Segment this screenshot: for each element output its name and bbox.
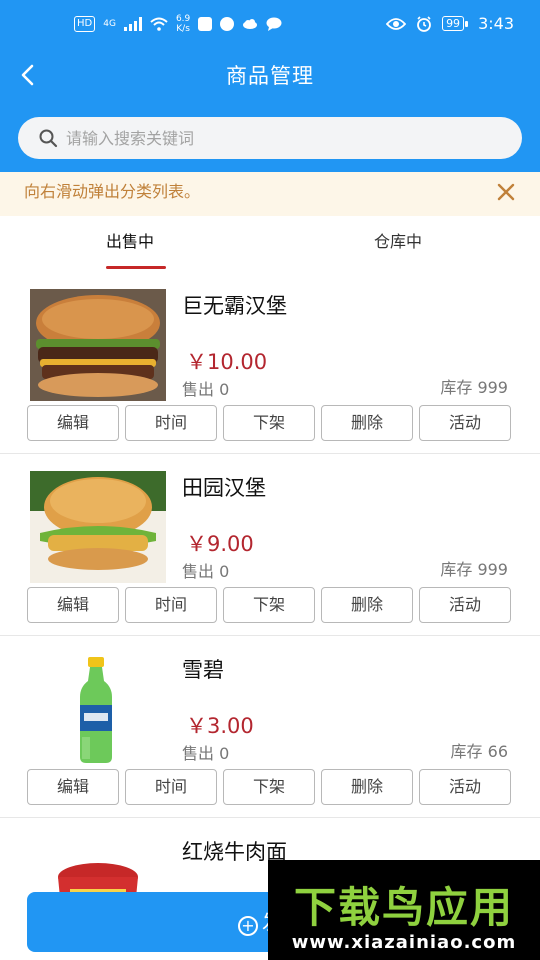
unlist-button[interactable]: 下架 — [223, 587, 315, 623]
eye-icon — [386, 17, 407, 30]
time-button[interactable]: 时间 — [125, 769, 217, 805]
product-price: ￥3.00 — [186, 714, 254, 738]
promotion-button[interactable]: 活动 — [419, 587, 511, 623]
product-price: ￥9.00 — [186, 532, 254, 556]
cloud-icon — [243, 19, 258, 29]
network-badge: HD — [74, 16, 96, 32]
edit-button[interactable]: 编辑 — [27, 769, 119, 805]
time-button[interactable]: 时间 — [125, 405, 217, 441]
watermark: 下载鸟应用 www.xiazainiao.com — [268, 860, 540, 960]
product-sold: 售出 0 — [182, 380, 230, 399]
add-circle-icon: + — [238, 916, 258, 936]
sim-icon — [198, 17, 213, 31]
notice-text: 向右滑动弹出分类列表。 — [24, 182, 201, 201]
status-bar: HD 4G 6.9 K/s 99 3:43 — [0, 0, 540, 52]
chicken-burger-icon — [30, 471, 166, 583]
speed-unit: K/s — [176, 24, 190, 34]
unlist-button[interactable]: 下架 — [223, 405, 315, 441]
delete-button[interactable]: 删除 — [321, 587, 413, 623]
product-sold: 售出 0 — [182, 562, 230, 581]
product-stock: 库存 999 — [440, 378, 508, 397]
tab-warehouse[interactable]: 仓库中 — [374, 230, 422, 254]
time-button[interactable]: 时间 — [125, 587, 217, 623]
active-tab-indicator — [106, 266, 166, 269]
tab-bar: 出售中 仓库中 — [0, 216, 540, 272]
delete-button[interactable]: 删除 — [321, 405, 413, 441]
battery-level: 99 — [442, 16, 465, 31]
product-stock: 库存 66 — [450, 742, 508, 761]
delete-button[interactable]: 删除 — [321, 769, 413, 805]
network-speed: 6.9 K/s — [176, 14, 190, 34]
status-right: 99 3:43 — [386, 14, 514, 33]
wifi-icon — [150, 17, 168, 31]
chat-icon — [266, 17, 282, 31]
watermark-url: www.xiazainiao.com — [291, 932, 517, 953]
product-sold: 售出 0 — [182, 744, 230, 763]
battery-icon: 99 — [442, 16, 469, 31]
product-stock: 库存 999 — [440, 560, 508, 579]
app-header: HD 4G 6.9 K/s 99 3:43 商品管理 — [0, 0, 540, 172]
notice-bar: 向右滑动弹出分类列表。 — [0, 172, 540, 216]
search-icon — [39, 129, 58, 148]
product-name: 雪碧 — [182, 658, 224, 682]
product-name: 巨无霸汉堡 — [182, 294, 287, 318]
edit-button[interactable]: 编辑 — [27, 587, 119, 623]
speed-value: 6.9 — [175, 14, 191, 24]
product-price: ￥10.00 — [186, 350, 268, 374]
signal-type: 4G — [103, 19, 116, 29]
product-actions: 编辑 时间 下架 删除 活动 — [27, 587, 511, 623]
product-name: 田园汉堡 — [182, 476, 266, 500]
promotion-button[interactable]: 活动 — [419, 769, 511, 805]
soda-bottle-icon — [30, 653, 166, 765]
product-item: 雪碧 ￥3.00 售出 0 库存 66 编辑 时间 下架 删除 活动 — [0, 636, 540, 818]
unlist-button[interactable]: 下架 — [223, 769, 315, 805]
watermark-title: 下载鸟应用 — [293, 883, 514, 932]
status-time: 3:43 — [478, 14, 514, 33]
promotion-button[interactable]: 活动 — [419, 405, 511, 441]
tab-on-sale[interactable]: 出售中 — [106, 230, 154, 254]
edit-button[interactable]: 编辑 — [27, 405, 119, 441]
search-input[interactable] — [66, 117, 506, 159]
search-bar[interactable] — [18, 117, 522, 159]
page-title: 商品管理 — [226, 64, 314, 88]
product-item: 田园汉堡 ￥9.00 售出 0 库存 999 编辑 时间 下架 删除 活动 — [0, 454, 540, 636]
app-notification-icon — [220, 17, 235, 31]
product-actions: 编辑 时间 下架 删除 活动 — [27, 405, 511, 441]
status-left: HD 4G 6.9 K/s — [74, 14, 282, 34]
close-icon[interactable] — [496, 182, 516, 202]
burger-icon — [30, 289, 166, 401]
signal-icon — [123, 17, 142, 31]
product-actions: 编辑 时间 下架 删除 活动 — [27, 769, 511, 805]
product-item: 巨无霸汉堡 ￥10.00 售出 0 库存 999 编辑 时间 下架 删除 活动 — [0, 272, 540, 454]
alarm-icon — [417, 15, 431, 32]
